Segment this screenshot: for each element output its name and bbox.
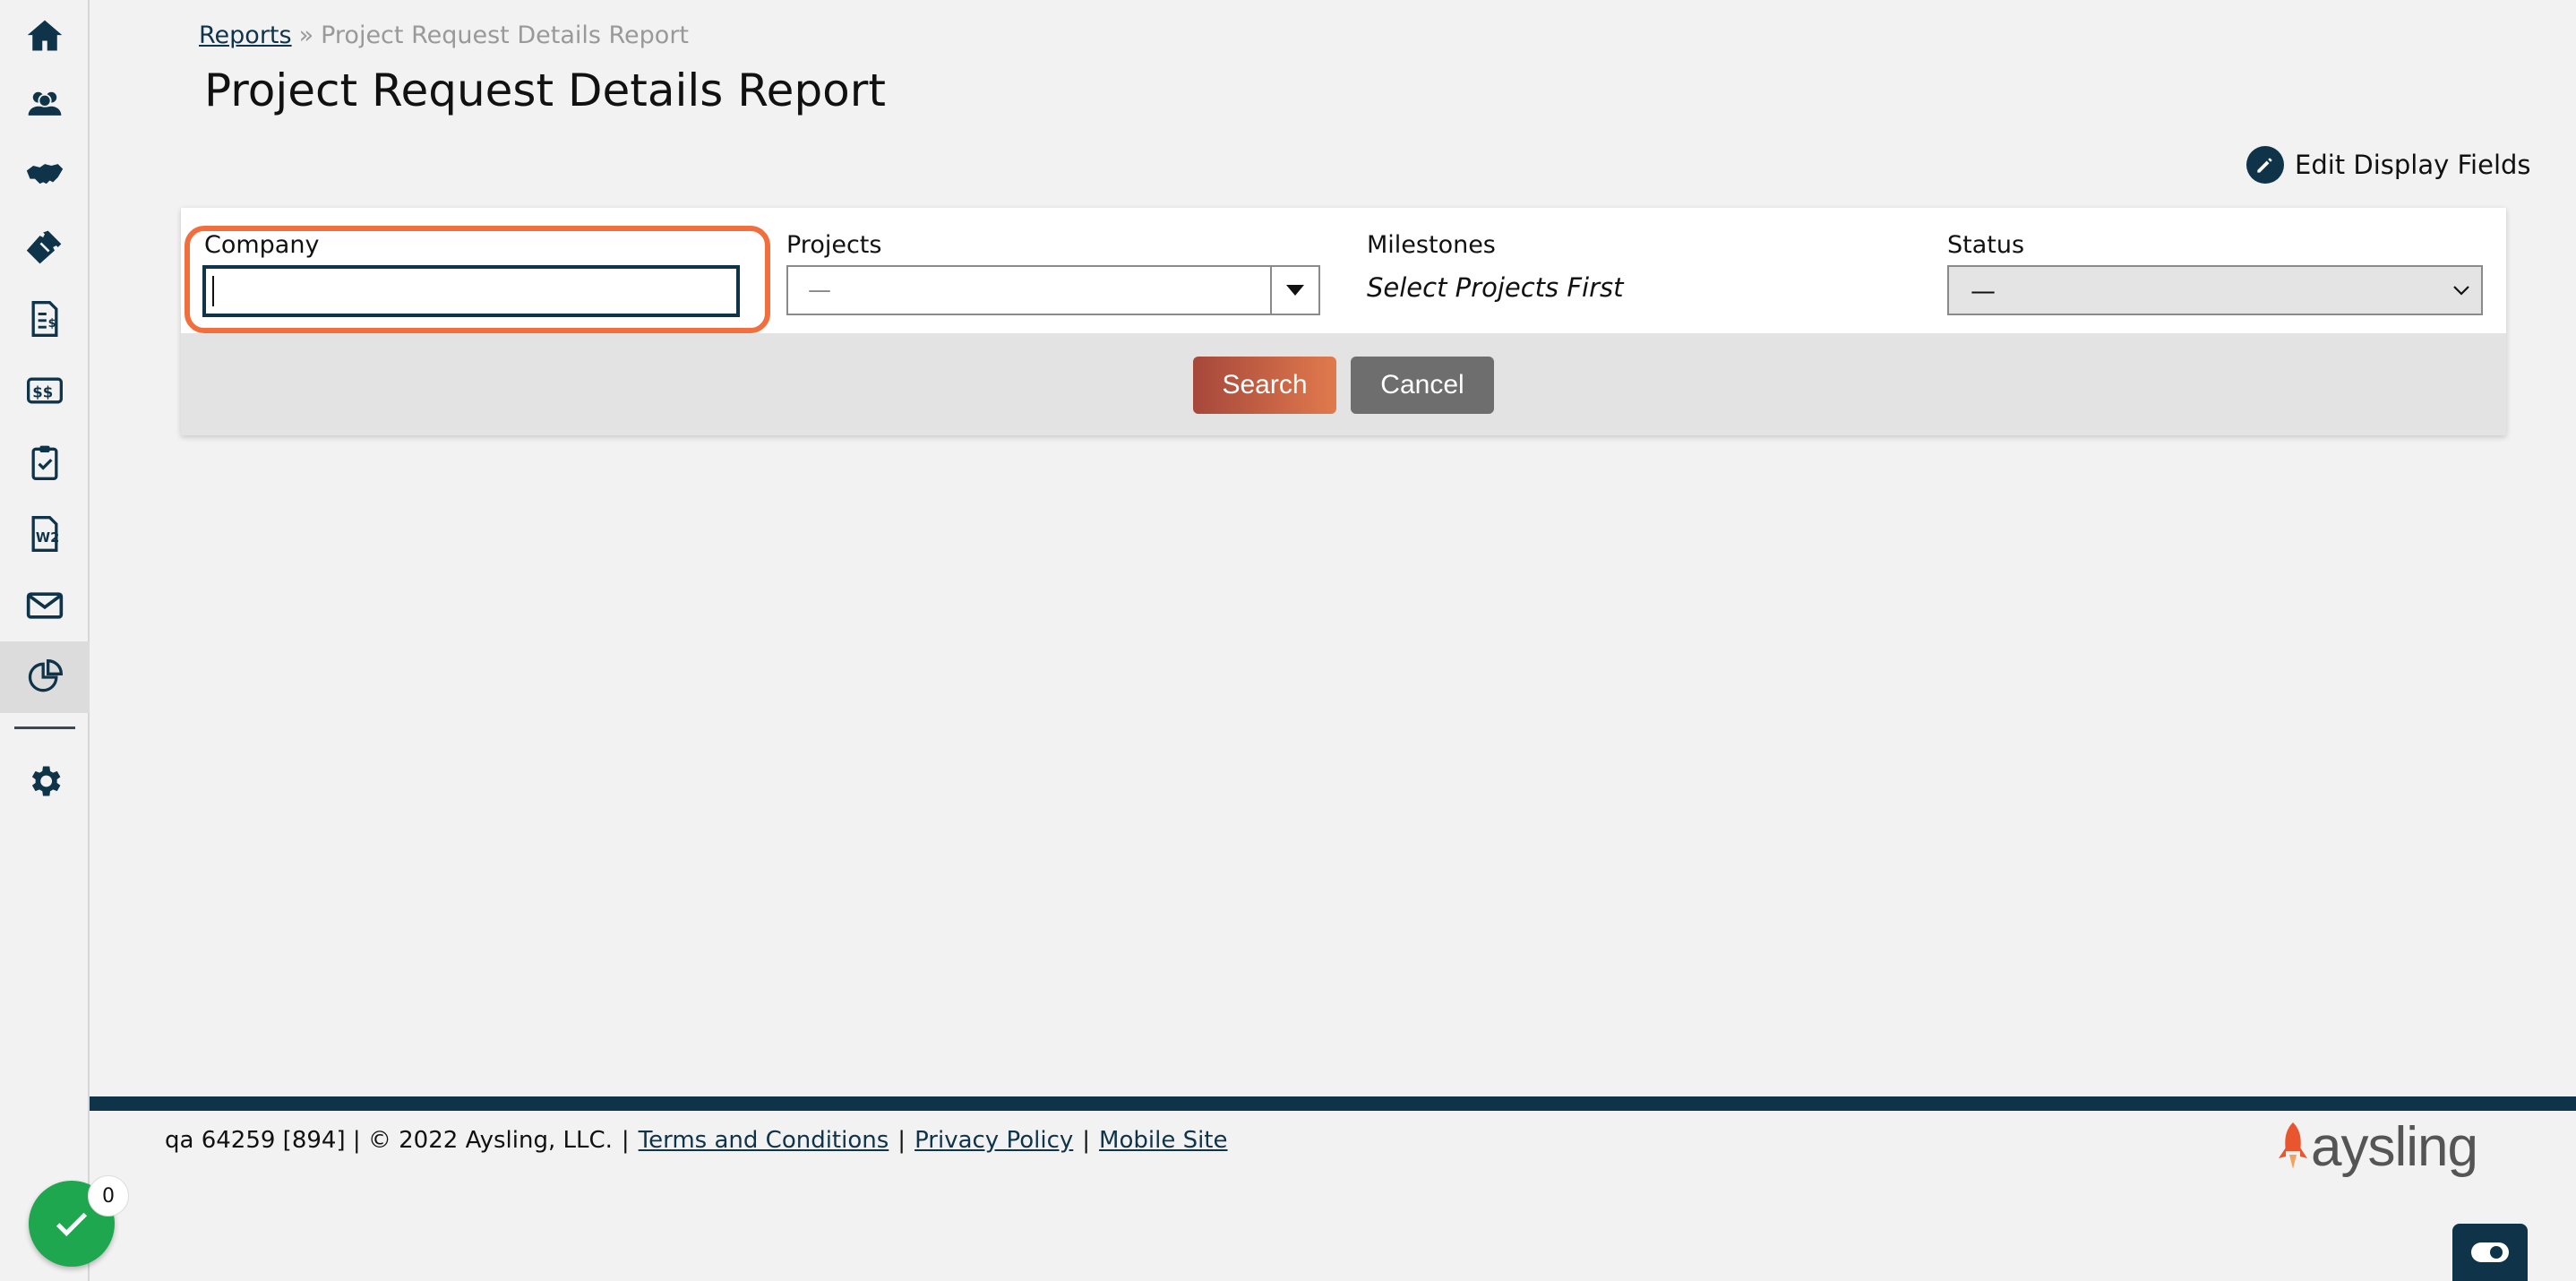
clipboard-check-icon <box>31 445 58 480</box>
status-select[interactable]: — <box>1947 265 2483 315</box>
toggle-icon <box>2471 1242 2509 1262</box>
search-button[interactable]: Search <box>1193 357 1336 414</box>
page-title: Project Request Details Report <box>204 64 886 116</box>
company-label: Company <box>204 231 320 259</box>
sidebar-item-invoices[interactable]: $ <box>0 283 90 355</box>
sidebar-item-partners[interactable] <box>0 140 90 211</box>
cancel-button[interactable]: Cancel <box>1351 357 1494 414</box>
ticket-icon <box>26 230 62 264</box>
aysling-logo: aysling <box>2275 1116 2478 1178</box>
checkmark-icon <box>56 1212 88 1237</box>
breadcrumb: Reports» Project Request Details Report <box>199 21 689 49</box>
reports-icon <box>28 659 63 692</box>
footer-bar <box>90 1096 2576 1111</box>
footer-pipe: | <box>621 1127 630 1154</box>
sidebar-item-home[interactable] <box>0 0 90 72</box>
caret-down-icon <box>1286 285 1304 296</box>
task-count-badge: 0 <box>88 1175 129 1217</box>
edit-display-fields-label: Edit Display Fields <box>2295 150 2531 180</box>
svg-text:$: $ <box>48 317 56 331</box>
chevron-down-icon <box>2442 285 2481 296</box>
gear-icon <box>31 766 61 796</box>
sidebar-item-w2[interactable]: W2 <box>0 498 90 570</box>
sidebar-item-tasks[interactable] <box>0 426 90 498</box>
mail-icon <box>26 592 64 619</box>
footer-pipe: | <box>897 1127 906 1154</box>
breadcrumb-separator: » <box>298 21 314 49</box>
handshake-icon <box>26 164 64 185</box>
filter-row: Company Projects — Milestones Select Pro… <box>181 208 2506 333</box>
sidebar: $ $$ W2 <box>0 0 90 1281</box>
invoice-icon: $ <box>31 301 58 337</box>
status-label: Status <box>1947 231 2025 259</box>
mobile-site-link[interactable]: Mobile Site <box>1099 1127 1227 1154</box>
sidebar-item-contacts[interactable] <box>0 68 90 140</box>
home-icon <box>27 20 63 51</box>
svg-text:$$: $$ <box>32 383 53 400</box>
projects-label: Projects <box>786 231 882 259</box>
filter-panel: Company Projects — Milestones Select Pro… <box>181 208 2506 435</box>
sidebar-divider <box>14 726 75 729</box>
rocket-icon <box>2279 1122 2307 1169</box>
projects-dropdown-toggle[interactable] <box>1270 267 1318 314</box>
logo-wordmark: aysling <box>2311 1116 2478 1178</box>
milestones-hint: Select Projects First <box>1367 272 1624 303</box>
company-input[interactable] <box>202 265 740 317</box>
terms-link[interactable]: Terms and Conditions <box>639 1127 889 1154</box>
text-caret <box>212 276 214 306</box>
breadcrumb-link-reports[interactable]: Reports <box>199 21 292 49</box>
w2-form-icon: W2 <box>31 516 59 552</box>
projects-select-value: — <box>808 277 831 304</box>
users-icon <box>28 91 62 116</box>
sidebar-item-settings[interactable] <box>0 745 90 817</box>
sidebar-item-tickets[interactable] <box>0 211 90 283</box>
footer-pipe: | <box>1082 1127 1091 1154</box>
money-icon: $$ <box>27 377 63 404</box>
sidebar-item-mail[interactable] <box>0 570 90 641</box>
sidebar-item-reports[interactable] <box>0 641 90 713</box>
accessibility-toggle-button[interactable] <box>2452 1224 2528 1281</box>
filter-actions: Search Cancel <box>181 333 2506 435</box>
breadcrumb-current: Project Request Details Report <box>321 21 690 49</box>
status-select-value: — <box>1971 275 1996 305</box>
edit-display-fields-button[interactable]: Edit Display Fields <box>2246 146 2531 184</box>
projects-select[interactable]: — <box>786 265 1320 315</box>
footer-text: qa 64259 [894] | © 2022 Aysling, LLC. | Te… <box>165 1127 1228 1154</box>
pencil-icon <box>2246 146 2284 184</box>
privacy-link[interactable]: Privacy Policy <box>914 1127 1073 1154</box>
milestones-label: Milestones <box>1367 231 1496 259</box>
svg-text:W2: W2 <box>36 530 59 546</box>
footer-info: qa 64259 [894] | © 2022 Aysling, LLC. <box>165 1127 613 1154</box>
sidebar-item-payments[interactable]: $$ <box>0 355 90 426</box>
